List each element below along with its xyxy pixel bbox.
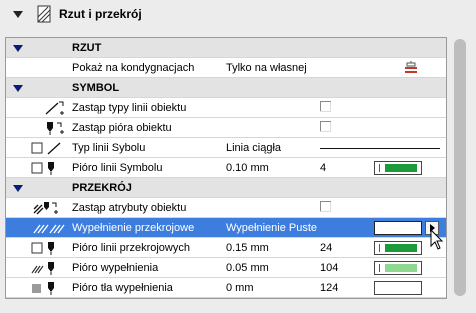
panel-title: Rzut i przekrój	[59, 7, 142, 21]
row-label: Typ linii Sybolu	[72, 142, 146, 154]
row-zastap-atrybuty[interactable]: Zastąp atrybuty obiektu	[6, 198, 446, 218]
section-collapse-icon[interactable]	[13, 45, 23, 52]
row-label: Zastąp typy linii obiektu	[72, 102, 187, 114]
fill-pen-icon	[31, 262, 54, 275]
row-label: Zastąp atrybuty obiektu	[72, 202, 187, 214]
section-rzut[interactable]: RZUT	[6, 38, 446, 58]
pen-number[interactable]: 24	[320, 242, 332, 254]
row-value[interactable]: Tylko na własnej	[226, 62, 307, 74]
background-pen-icon	[32, 282, 54, 295]
fill-swatch[interactable]	[374, 221, 422, 235]
section-plan-icon	[37, 5, 51, 23]
fill-hatch-icon	[33, 224, 65, 234]
pen-override-icon	[47, 122, 64, 135]
row-label: Pióro linii Symbolu	[72, 162, 163, 174]
row-value: 0 mm	[226, 282, 254, 294]
checkbox-icon[interactable]	[320, 101, 331, 112]
pen-number[interactable]: 104	[320, 262, 338, 274]
mouse-cursor-icon	[430, 229, 444, 250]
attributes-override-icon	[33, 202, 58, 215]
section-collapse-icon[interactable]	[13, 85, 23, 92]
row-pioro-wypelnienia[interactable]: Pióro wypełnienia 0.05 mm 104	[6, 258, 446, 278]
row-zastap-typy-linii[interactable]: Zastąp typy linii obiektu	[6, 98, 446, 118]
row-label: Pióro wypełnienia	[72, 262, 159, 274]
vertical-scrollbar[interactable]	[448, 37, 470, 297]
pen-swatch[interactable]	[374, 281, 422, 295]
row-label: Wypełnienie przekrojowe	[72, 222, 195, 234]
section-label: SYMBOL	[72, 82, 120, 94]
settings-list: RZUT Pokaż na kondygnacjach Tylko na wła…	[5, 37, 447, 299]
row-value: 0.15 mm	[226, 242, 269, 254]
layer-stack-icon[interactable]	[404, 61, 418, 75]
section-label: PRZEKRÓJ	[72, 182, 132, 194]
row-pioro-linii-symbolu[interactable]: Pióro linii Symbolu 0.10 mm 4	[6, 158, 446, 178]
row-value[interactable]: Wypełnienie Puste	[226, 222, 317, 234]
section-label: RZUT	[72, 42, 102, 54]
pen-swatch[interactable]	[374, 161, 422, 175]
row-label: Pióro linii przekrojowych	[72, 242, 190, 254]
line-type-icon	[31, 142, 61, 155]
pen-swatch[interactable]	[374, 241, 422, 255]
checkbox-icon[interactable]	[320, 201, 331, 212]
row-value[interactable]: Linia ciągła	[226, 142, 281, 154]
line-type-override-icon	[45, 101, 64, 115]
pen-number[interactable]: 124	[320, 282, 338, 294]
section-collapse-icon[interactable]	[13, 185, 23, 192]
row-value: 0.05 mm	[226, 262, 269, 274]
section-przekroj[interactable]: PRZEKRÓJ	[6, 178, 446, 198]
row-typ-linii-sybolu[interactable]: Typ linii Sybolu Linia ciągła	[6, 138, 446, 158]
row-pioro-tla-wypelnienia[interactable]: Pióro tła wypełnienia 0 mm 124	[6, 278, 446, 298]
row-wypelnienie-przekrojowe[interactable]: Wypełnienie przekrojowe Wypełnienie Pust…	[6, 218, 446, 238]
row-pioro-linii-przekrojowych[interactable]: Pióro linii przekrojowych 0.15 mm 24	[6, 238, 446, 258]
row-label: Pokaż na kondygnacjach	[72, 62, 195, 74]
row-label: Pióro tła wypełnienia	[72, 282, 173, 294]
pen-icon	[31, 162, 54, 175]
pen-icon	[31, 242, 54, 255]
panel-header[interactable]: Rzut i przekrój	[0, 0, 476, 30]
checkbox-icon[interactable]	[320, 121, 331, 132]
collapse-arrow-icon[interactable]	[13, 11, 23, 18]
scrollbar-thumb[interactable]	[454, 39, 466, 296]
line-type-sample[interactable]	[320, 148, 440, 149]
row-zastap-piora[interactable]: Zastąp pióra obiektu	[6, 118, 446, 138]
row-label: Zastąp pióra obiektu	[72, 122, 172, 134]
section-symbol[interactable]: SYMBOL	[6, 78, 446, 98]
pen-swatch[interactable]	[374, 261, 422, 275]
row-pokaz-na-kondygnacjach[interactable]: Pokaż na kondygnacjach Tylko na własnej	[6, 58, 446, 78]
row-value: 0.10 mm	[226, 162, 269, 174]
pen-number[interactable]: 4	[320, 162, 326, 174]
